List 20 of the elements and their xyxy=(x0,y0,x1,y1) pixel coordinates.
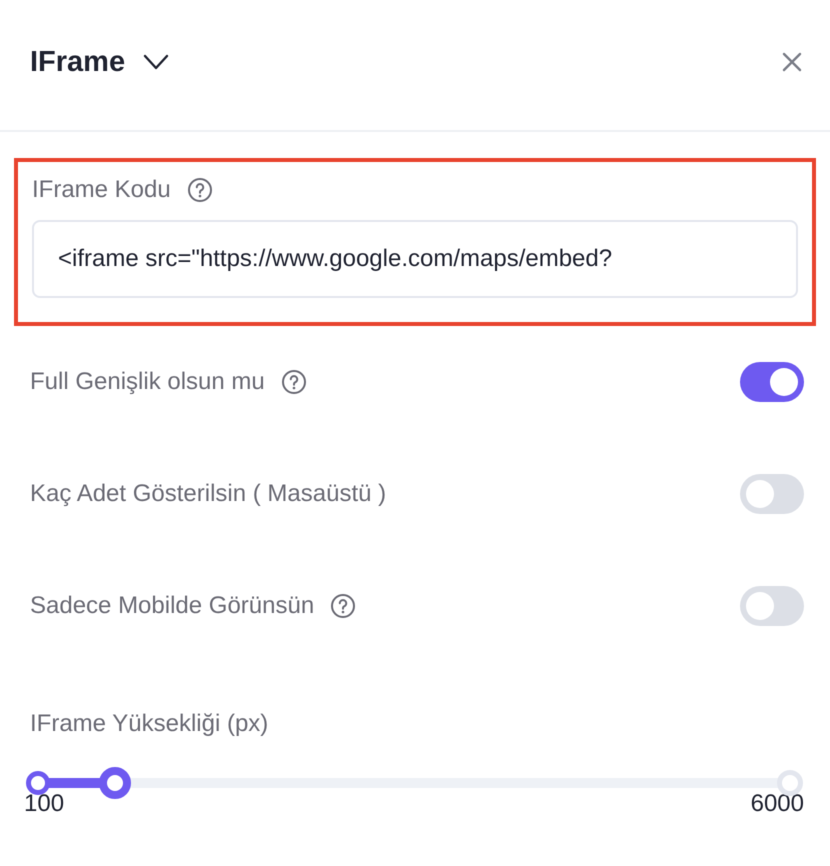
slider-end-dot xyxy=(777,770,803,796)
close-icon[interactable] xyxy=(782,52,802,72)
field-label: Kaç Adet Gösterilsin ( Masaüstü ) xyxy=(30,480,386,508)
toggle-switch[interactable] xyxy=(740,586,804,626)
slider-thumb[interactable] xyxy=(99,767,132,799)
chevron-icon xyxy=(143,54,170,70)
field-label: Sadece Mobilde Görünsün xyxy=(30,592,314,620)
help-icon[interactable] xyxy=(280,369,307,395)
field-label: Full Genişlik olsun mu xyxy=(30,368,265,396)
help-icon[interactable] xyxy=(186,177,213,203)
help-icon[interactable] xyxy=(330,593,356,619)
code-input[interactable]: <iframe src="https://www.google.com/maps/embed? xyxy=(32,220,798,298)
field-label: IFrame Kodu xyxy=(32,176,171,204)
min-value: 100 xyxy=(24,790,64,818)
panel-title-dropdown[interactable]: IFrame xyxy=(30,46,170,78)
slider-start-dot xyxy=(26,771,50,795)
toggle-switch[interactable] xyxy=(740,474,804,514)
toggle-switch[interactable] xyxy=(740,362,804,402)
field-label: IFrame Yüksekliği (px) xyxy=(30,710,268,738)
max-value: 6000 xyxy=(750,790,804,818)
